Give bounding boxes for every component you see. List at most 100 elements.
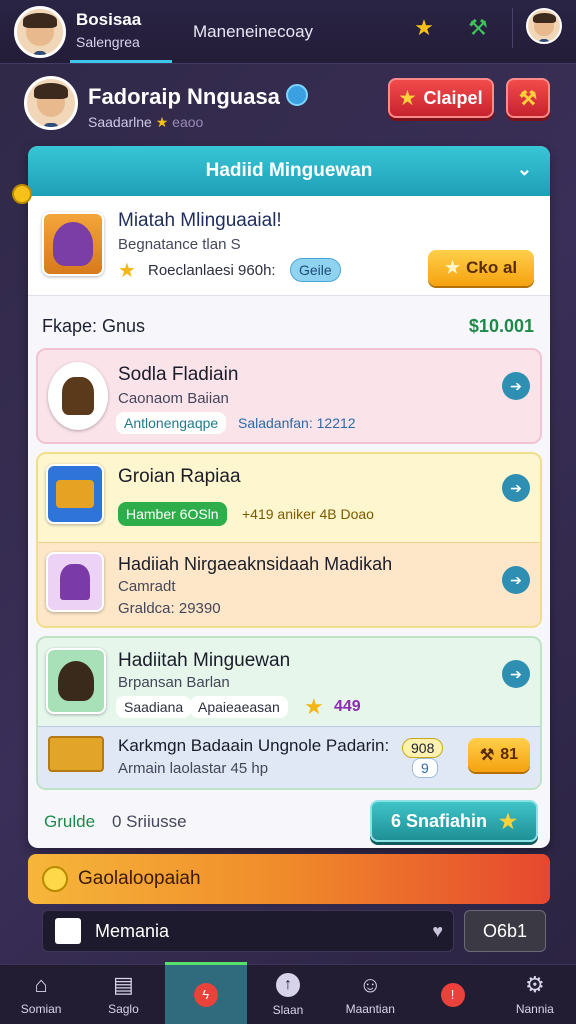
coin-icon [42,866,68,892]
card-score: 449 [334,698,361,715]
reward-card[interactable]: Sodla Fladiain Caonaom Baiian Antlonenga… [36,348,542,444]
arrow-right-icon[interactable]: ➔ [502,474,530,502]
card-sub: Camradt [118,578,176,595]
featured-sub: Begnatance tlan S [118,236,241,253]
star-icon: ★ [304,694,324,719]
treasure-chest [56,480,94,508]
profile-sub-label: Saadarlne [88,114,152,130]
card-title: Sodla Fladiain [118,364,239,385]
card-tag: Graldca: 29390 [118,600,221,617]
nav-label: Slaan [272,1002,304,1017]
profile-subtitle: Saadarlne ★ eaoo [88,114,203,131]
footer-value: 0 Sriiusse [112,812,187,831]
tools-button[interactable]: ⚒ [506,78,550,118]
player-name: Bosisaa [76,10,142,29]
card-counter: 908 [402,738,444,758]
featured-reward-text: Roeclanlaesi 960h: [148,262,276,279]
reward-card-group: Groian Rapiaa Hamber 6OSln +419 aniker 4… [36,452,542,628]
section-label: Fkape: Gnus [42,316,146,336]
character-icon [46,648,106,714]
featured-title: Miatah Mlinguaaial! [118,210,282,231]
card-tag: Apaieaeasan [190,696,288,718]
card-sub: Armain laolastar 45 hp [118,760,269,777]
people-icon: ☺ [359,971,382,997]
hammer-icon: ⚒ [479,747,495,764]
bottom-nav: ⌂ Somian ▤ Saglo ϟ ↑ Slaan ☺ Maantian ! … [0,962,576,1024]
nav-label: Maantian [345,1001,395,1016]
nav-item-events[interactable]: ϟ [164,962,248,1024]
nav-label: Somian [20,1001,62,1016]
nav-item-home[interactable]: ⌂ Somian [0,965,82,1024]
calendar-icon: ▤ [113,971,134,997]
character-icon [53,222,93,266]
character-figure [62,377,94,415]
card-action-label: 81 [500,746,519,763]
home-icon: ⌂ [34,971,48,997]
featured-claim-label: Cko al [466,258,518,277]
claim-button-label: Claipel [423,87,483,108]
topbar-divider [512,8,513,48]
character-icon[interactable] [526,8,562,44]
upload-icon: ↑ [275,972,300,997]
star-icon: ★ [499,810,517,833]
character-icon [48,362,108,430]
chat-send-button[interactable]: O6b1 [464,910,546,952]
reward-card-group: Hadiitah Minguewan Brpansan Barlan Saadi… [36,636,542,790]
profile-avatar[interactable] [24,76,78,130]
card-sub: Brpansan Barlan [118,674,230,691]
card-tag: Saadiana [116,696,192,718]
footer-action-label: 6 Snafiahin [391,810,488,831]
promo-banner[interactable]: Gaolaloopaiah [28,854,550,904]
arrow-right-icon[interactable]: ➔ [502,566,530,594]
star-icon: ★ [118,260,136,282]
card-title: Karkmgn Badaain Ungnole Padarin: [118,736,390,755]
chat-bar[interactable]: Memania ♥ [42,910,454,952]
claim-button[interactable]: ★ Claipel [388,78,494,118]
featured-pill: Geile [290,258,341,282]
arrow-right-icon[interactable]: ➔ [502,372,530,400]
nav-item-settings[interactable]: ⚙ Nannia [494,965,576,1024]
rewards-panel: Hadiid Minguewan ⌄ Miatah Mlinguaaial! B… [28,146,550,848]
lightning-icon: ϟ [193,982,218,1007]
hammer-icon[interactable]: ⚒ [462,12,494,44]
nav-item-upload[interactable]: ↑ Slaan [247,965,329,1024]
nav-item-people[interactable]: ☺ Maantian [329,965,411,1024]
footer-action-button[interactable]: 6 Snafiahin ★ [370,800,538,842]
featured-avatar [42,212,104,276]
alert-icon: ! [440,982,465,1007]
avatar [55,918,81,944]
profile-sub-extra: eaoo [172,114,204,130]
heart-icon[interactable]: ♥ [432,921,443,942]
tab-main[interactable]: Maneneinecoay [193,22,313,42]
card-title: Hadiitah Minguewan [118,650,291,671]
footer-label: Grulde [44,812,96,831]
medal-icon[interactable]: ★ [408,12,440,44]
gear-icon: ⚙ [524,971,545,997]
profile-name: Fadoraip Nnguasa [88,84,280,109]
chat-text: Memania [95,920,170,941]
card-pill: Hamber 6OSln [118,502,227,526]
player-avatar[interactable] [14,6,66,58]
card-action-button[interactable]: ⚒ 81 [468,738,530,772]
panel-header[interactable]: Hadiid Minguewan ⌄ [28,146,550,196]
active-tab-indicator [70,60,172,63]
player-subtitle: Salengrea [76,34,140,50]
card-counter-small: 9 [412,758,438,778]
section-value: $10.001 [468,316,534,336]
gold-bars-icon [48,736,104,772]
star-icon: ★ [399,87,416,108]
nav-label: Nannia [515,1001,554,1016]
star-icon: ★ [444,258,461,277]
banner-text: Gaolaloopaiah [78,868,201,889]
nav-item-calendar[interactable]: ▤ Saglo [82,965,164,1024]
character-figure [58,661,94,701]
nav-item-alert[interactable]: ! [411,965,493,1024]
hammer-icon: ⚒ [519,87,537,110]
chevron-down-icon[interactable]: ⌄ [517,159,532,180]
card-tag: Saladanfan: 12212 [238,415,356,431]
card-title: Groian Rapiaa [118,466,241,487]
card-title: Hadiiah Nirgaeaknsidaah Madikah [118,554,393,574]
featured-claim-button[interactable]: ★ Cko al [428,250,534,286]
card-tag: +419 aniker 4B Doao [242,506,374,522]
arrow-right-icon[interactable]: ➔ [502,660,530,688]
